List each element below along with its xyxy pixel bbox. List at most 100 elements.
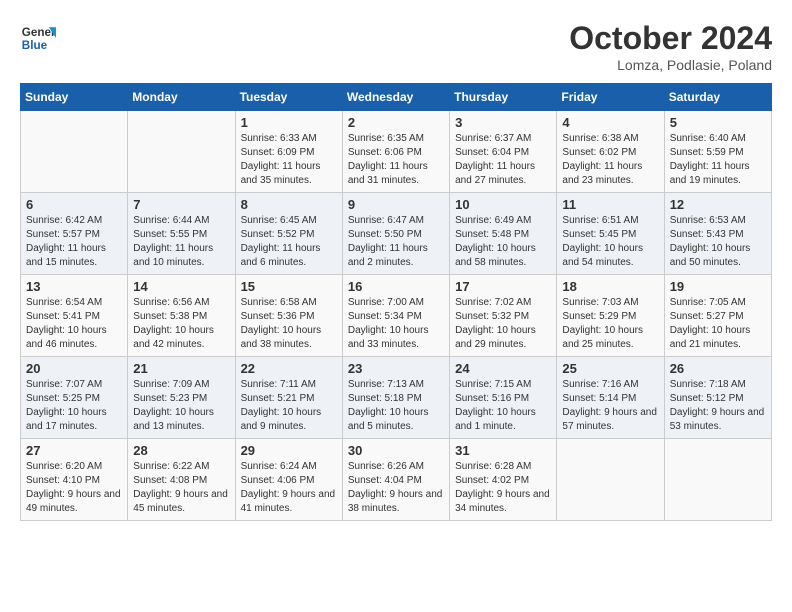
day-number: 4 [562,115,658,130]
day-info: Sunrise: 6:42 AM Sunset: 5:57 PM Dayligh… [26,214,122,270]
day-info: Sunrise: 7:02 AM Sunset: 5:32 PM Dayligh… [455,296,551,352]
sunrise: Sunrise: 6:33 AM [241,132,337,146]
calendar-cell: 22 Sunrise: 7:11 AM Sunset: 5:21 PM Dayl… [235,357,342,439]
daylight: Daylight: 9 hours and 57 minutes. [562,406,658,434]
calendar-cell: 14 Sunrise: 6:56 AM Sunset: 5:38 PM Dayl… [128,275,235,357]
day-number: 28 [133,443,229,458]
day-number: 1 [241,115,337,130]
sunset: Sunset: 4:02 PM [455,474,551,488]
sunrise: Sunrise: 6:49 AM [455,214,551,228]
daylight: Daylight: 10 hours and 9 minutes. [241,406,337,434]
day-info: Sunrise: 6:37 AM Sunset: 6:04 PM Dayligh… [455,132,551,188]
day-info: Sunrise: 7:11 AM Sunset: 5:21 PM Dayligh… [241,378,337,434]
calendar-cell [557,439,664,521]
sunset: Sunset: 4:08 PM [133,474,229,488]
day-number: 17 [455,279,551,294]
daylight: Daylight: 10 hours and 1 minute. [455,406,551,434]
sunset: Sunset: 4:10 PM [26,474,122,488]
day-number: 2 [348,115,444,130]
daylight: Daylight: 10 hours and 50 minutes. [670,242,766,270]
day-number: 23 [348,361,444,376]
calendar-cell: 8 Sunrise: 6:45 AM Sunset: 5:52 PM Dayli… [235,193,342,275]
day-number: 19 [670,279,766,294]
sunset: Sunset: 6:09 PM [241,146,337,160]
day-number: 25 [562,361,658,376]
sunset: Sunset: 5:21 PM [241,392,337,406]
sunset: Sunset: 5:59 PM [670,146,766,160]
day-info: Sunrise: 6:56 AM Sunset: 5:38 PM Dayligh… [133,296,229,352]
day-number: 7 [133,197,229,212]
calendar-cell: 25 Sunrise: 7:16 AM Sunset: 5:14 PM Dayl… [557,357,664,439]
sunrise: Sunrise: 6:56 AM [133,296,229,310]
sunset: Sunset: 5:43 PM [670,228,766,242]
sunset: Sunset: 5:50 PM [348,228,444,242]
weekday-header: Monday [128,84,235,111]
sunset: Sunset: 5:36 PM [241,310,337,324]
daylight: Daylight: 10 hours and 21 minutes. [670,324,766,352]
calendar-cell: 11 Sunrise: 6:51 AM Sunset: 5:45 PM Dayl… [557,193,664,275]
day-number: 9 [348,197,444,212]
day-number: 27 [26,443,122,458]
daylight: Daylight: 10 hours and 46 minutes. [26,324,122,352]
day-info: Sunrise: 6:24 AM Sunset: 4:06 PM Dayligh… [241,460,337,516]
day-info: Sunrise: 6:44 AM Sunset: 5:55 PM Dayligh… [133,214,229,270]
sunset: Sunset: 5:55 PM [133,228,229,242]
sunset: Sunset: 6:04 PM [455,146,551,160]
day-number: 14 [133,279,229,294]
logo: General Blue [20,20,56,56]
calendar-cell: 10 Sunrise: 6:49 AM Sunset: 5:48 PM Dayl… [450,193,557,275]
calendar-cell: 18 Sunrise: 7:03 AM Sunset: 5:29 PM Dayl… [557,275,664,357]
day-info: Sunrise: 6:51 AM Sunset: 5:45 PM Dayligh… [562,214,658,270]
calendar-cell: 31 Sunrise: 6:28 AM Sunset: 4:02 PM Dayl… [450,439,557,521]
calendar-week-row: 20 Sunrise: 7:07 AM Sunset: 5:25 PM Dayl… [21,357,772,439]
day-number: 18 [562,279,658,294]
daylight: Daylight: 11 hours and 6 minutes. [241,242,337,270]
calendar-cell: 4 Sunrise: 6:38 AM Sunset: 6:02 PM Dayli… [557,111,664,193]
sunrise: Sunrise: 6:53 AM [670,214,766,228]
day-info: Sunrise: 7:03 AM Sunset: 5:29 PM Dayligh… [562,296,658,352]
day-number: 11 [562,197,658,212]
calendar-week-row: 13 Sunrise: 6:54 AM Sunset: 5:41 PM Dayl… [21,275,772,357]
sunrise: Sunrise: 6:35 AM [348,132,444,146]
day-number: 12 [670,197,766,212]
sunset: Sunset: 5:18 PM [348,392,444,406]
sunrise: Sunrise: 6:38 AM [562,132,658,146]
day-info: Sunrise: 7:00 AM Sunset: 5:34 PM Dayligh… [348,296,444,352]
daylight: Daylight: 10 hours and 58 minutes. [455,242,551,270]
day-info: Sunrise: 7:09 AM Sunset: 5:23 PM Dayligh… [133,378,229,434]
calendar-cell [128,111,235,193]
sunrise: Sunrise: 7:09 AM [133,378,229,392]
sunrise: Sunrise: 7:18 AM [670,378,766,392]
day-info: Sunrise: 6:58 AM Sunset: 5:36 PM Dayligh… [241,296,337,352]
calendar-cell: 5 Sunrise: 6:40 AM Sunset: 5:59 PM Dayli… [664,111,771,193]
calendar-cell: 20 Sunrise: 7:07 AM Sunset: 5:25 PM Dayl… [21,357,128,439]
sunset: Sunset: 5:38 PM [133,310,229,324]
day-number: 30 [348,443,444,458]
sunrise: Sunrise: 7:15 AM [455,378,551,392]
calendar-cell: 17 Sunrise: 7:02 AM Sunset: 5:32 PM Dayl… [450,275,557,357]
daylight: Daylight: 9 hours and 49 minutes. [26,488,122,516]
day-info: Sunrise: 6:26 AM Sunset: 4:04 PM Dayligh… [348,460,444,516]
logo-icon: General Blue [20,20,56,56]
daylight: Daylight: 10 hours and 54 minutes. [562,242,658,270]
calendar-cell: 24 Sunrise: 7:15 AM Sunset: 5:16 PM Dayl… [450,357,557,439]
calendar-cell: 28 Sunrise: 6:22 AM Sunset: 4:08 PM Dayl… [128,439,235,521]
weekday-header: Saturday [664,84,771,111]
svg-text:Blue: Blue [22,39,48,52]
calendar-cell: 23 Sunrise: 7:13 AM Sunset: 5:18 PM Dayl… [342,357,449,439]
calendar-cell: 12 Sunrise: 6:53 AM Sunset: 5:43 PM Dayl… [664,193,771,275]
day-info: Sunrise: 6:22 AM Sunset: 4:08 PM Dayligh… [133,460,229,516]
sunset: Sunset: 5:48 PM [455,228,551,242]
sunrise: Sunrise: 6:58 AM [241,296,337,310]
sunset: Sunset: 5:25 PM [26,392,122,406]
day-info: Sunrise: 6:35 AM Sunset: 6:06 PM Dayligh… [348,132,444,188]
calendar-week-row: 27 Sunrise: 6:20 AM Sunset: 4:10 PM Dayl… [21,439,772,521]
weekday-header: Wednesday [342,84,449,111]
sunset: Sunset: 5:12 PM [670,392,766,406]
day-info: Sunrise: 7:16 AM Sunset: 5:14 PM Dayligh… [562,378,658,434]
day-number: 15 [241,279,337,294]
day-info: Sunrise: 7:15 AM Sunset: 5:16 PM Dayligh… [455,378,551,434]
day-number: 26 [670,361,766,376]
day-number: 5 [670,115,766,130]
sunrise: Sunrise: 6:24 AM [241,460,337,474]
